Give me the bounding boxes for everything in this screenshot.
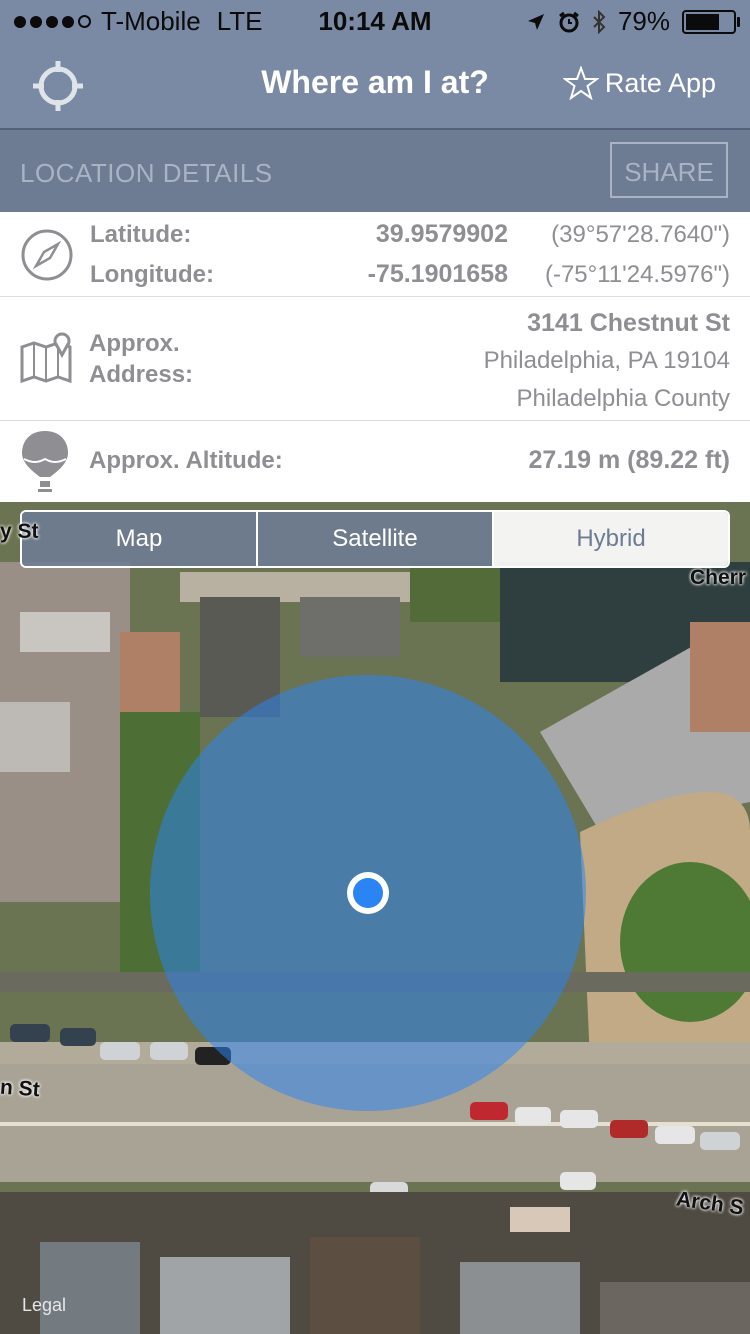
map-type-satellite[interactable]: Satellite xyxy=(258,512,494,566)
latitude-dms: (39°57'28.7640") xyxy=(551,221,730,248)
nav-bar: Where am I at? Rate App xyxy=(0,40,750,128)
altitude-row: Approx. Altitude: 27.19 m (89.22 ft) xyxy=(0,421,750,502)
star-icon xyxy=(562,66,599,100)
status-right: 79% xyxy=(526,6,740,37)
alarm-icon xyxy=(559,11,579,32)
road-label: y St xyxy=(0,520,39,543)
address-label-line2: Address: xyxy=(89,361,194,388)
address-label-line1: Approx. xyxy=(89,330,180,357)
location-details-header: LOCATION DETAILS SHARE xyxy=(0,128,750,214)
satellite-imagery xyxy=(0,502,750,1334)
legal-link[interactable]: Legal xyxy=(22,1295,66,1316)
location-arrow-icon xyxy=(527,13,544,30)
map-pin-icon xyxy=(20,332,72,384)
longitude-dms: (-75°11'24.5976") xyxy=(544,261,730,288)
compass-icon xyxy=(21,229,73,281)
altitude-value: 27.19 m (89.22 ft) xyxy=(528,446,731,474)
address-county: Philadelphia County xyxy=(516,385,730,412)
map-view[interactable]: Map Satellite Hybrid y St Cherr n St Arc… xyxy=(0,502,750,1334)
map-type-hybrid[interactable]: Hybrid xyxy=(494,512,728,566)
address-city: Philadelphia, PA 19104 xyxy=(483,347,730,374)
battery-percent: 79% xyxy=(617,6,670,36)
map-type-segmented-control: Map Satellite Hybrid xyxy=(20,510,730,568)
status-bar: T-Mobile LTE 10:14 AM 79% xyxy=(0,0,750,40)
coordinates-row: Latitude: Longitude: 39.9579902 (39°57'2… xyxy=(0,212,750,297)
address-row: Approx. Address: 3141 Chestnut St Philad… xyxy=(0,297,750,421)
rate-app-button[interactable]: Rate App xyxy=(562,66,716,100)
latitude-value: 39.9579902 xyxy=(375,220,508,248)
altitude-label: Approx. Altitude: xyxy=(89,447,283,474)
battery-icon xyxy=(682,9,740,34)
share-button[interactable]: SHARE xyxy=(610,142,728,198)
rate-app-label: Rate App xyxy=(604,67,716,98)
map-type-map[interactable]: Map xyxy=(22,512,258,566)
longitude-label: Longitude: xyxy=(90,261,214,288)
hot-air-balloon-icon xyxy=(22,431,68,492)
road-label: Cherr xyxy=(690,566,747,589)
road-label: n St xyxy=(0,1075,41,1102)
address-street: 3141 Chestnut St xyxy=(527,309,730,337)
bluetooth-icon xyxy=(593,9,606,34)
latitude-label: Latitude: xyxy=(90,221,192,248)
longitude-value: -75.1901658 xyxy=(367,260,508,288)
location-details-label: LOCATION DETAILS xyxy=(20,158,273,188)
